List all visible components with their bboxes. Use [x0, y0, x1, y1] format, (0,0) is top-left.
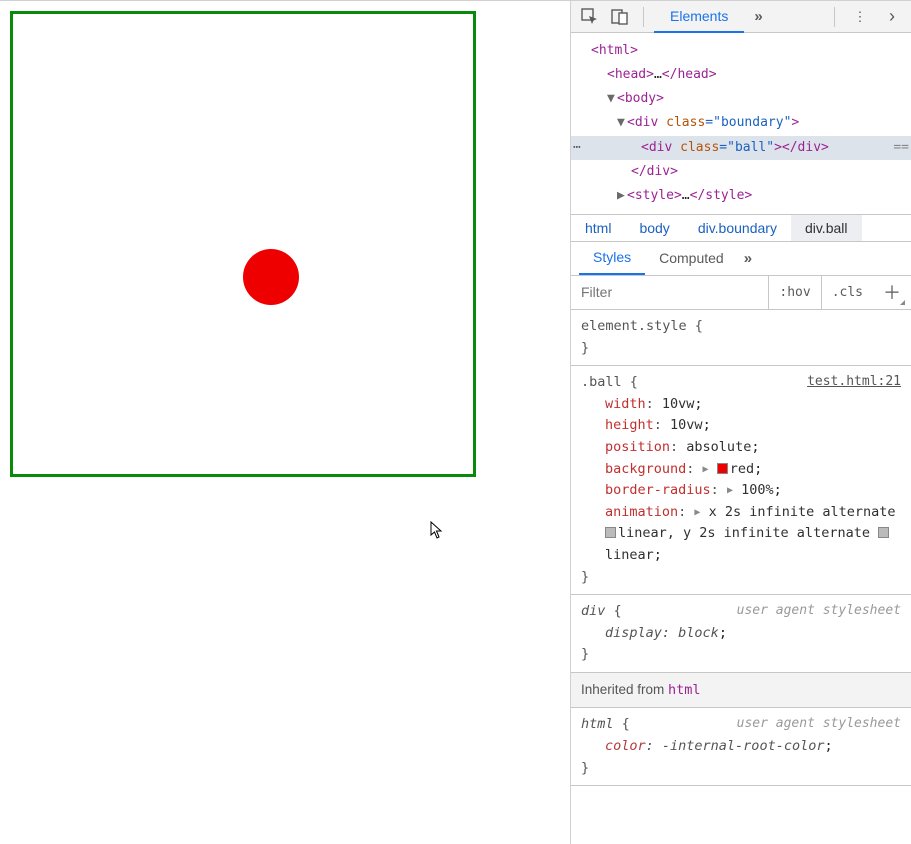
- toolbar-separator: [643, 7, 644, 27]
- expand-shorthand-icon[interactable]: ▶: [727, 483, 733, 499]
- decl-animation[interactable]: animation: ▶ x 2s infinite alternate lin…: [581, 502, 901, 567]
- decl-display[interactable]: display: block;: [581, 623, 901, 645]
- styles-pane[interactable]: element.style { } test.html:21 .ball { w…: [571, 310, 911, 844]
- chevron-right-icon[interactable]: ›: [879, 4, 905, 30]
- inherited-from-header: Inherited from html: [571, 673, 911, 709]
- selector-html: html: [581, 716, 614, 732]
- selector-element-style: element.style: [581, 318, 687, 334]
- decl-height[interactable]: height: 10vw;: [581, 415, 901, 437]
- red-ball: [243, 249, 299, 305]
- devtools-toolbar: Elements » ⋮ ›: [571, 1, 911, 33]
- crumb-div-boundary[interactable]: div.boundary: [684, 215, 791, 241]
- dom-node-body[interactable]: ▼<body>: [571, 87, 911, 111]
- device-toolbar-icon[interactable]: [607, 4, 633, 30]
- styles-filter-input[interactable]: [571, 276, 769, 309]
- crumb-div-ball[interactable]: div.ball: [791, 215, 862, 241]
- color-swatch-icon[interactable]: [717, 463, 728, 474]
- crumb-html[interactable]: html: [571, 215, 625, 241]
- dom-node-div-close[interactable]: </div>: [571, 160, 911, 184]
- more-subtabs-icon[interactable]: »: [738, 250, 758, 267]
- new-style-rule-button[interactable]: ＋: [873, 276, 911, 309]
- dom-node-div-ball[interactable]: <div class="ball"></div>: [571, 136, 911, 160]
- tab-elements[interactable]: Elements: [654, 1, 744, 33]
- decl-color[interactable]: color: -internal-root-color;: [581, 736, 901, 758]
- dom-node-head[interactable]: <head>…</head>: [571, 63, 911, 87]
- decl-width[interactable]: width: 10vw;: [581, 394, 901, 416]
- source-link[interactable]: test.html:21: [807, 372, 901, 393]
- ua-stylesheet-label: user agent stylesheet: [737, 714, 901, 735]
- ua-stylesheet-label: user agent stylesheet: [737, 601, 901, 622]
- rule-ball[interactable]: test.html:21 .ball { width: 10vw; height…: [571, 366, 911, 595]
- expand-shorthand-icon[interactable]: ▶: [703, 462, 709, 478]
- dom-node-html[interactable]: <html>: [571, 39, 911, 63]
- chevron-down-icon[interactable]: ▼: [607, 89, 617, 109]
- styles-subtabs: Styles Computed »: [571, 242, 911, 276]
- crumb-body[interactable]: body: [625, 215, 683, 241]
- selector-ball[interactable]: .ball: [581, 374, 622, 390]
- styles-filter-row: :hov .cls ＋: [571, 276, 911, 310]
- devtools-panel: Elements » ⋮ › <html> <head>…</head> ▼<b…: [571, 0, 911, 844]
- decl-border-radius[interactable]: border-radius: ▶ 100%;: [581, 480, 901, 502]
- inspect-element-icon[interactable]: [577, 4, 603, 30]
- inherited-source[interactable]: html: [668, 682, 701, 698]
- kebab-menu-icon[interactable]: ⋮: [847, 4, 873, 30]
- more-tabs-icon[interactable]: »: [748, 8, 768, 25]
- breadcrumb: html body div.boundary div.ball: [571, 214, 911, 242]
- rule-element-style[interactable]: element.style { }: [571, 310, 911, 366]
- chevron-down-icon[interactable]: ▼: [617, 113, 627, 133]
- boundary-box: [10, 11, 476, 477]
- dom-node-style[interactable]: ▶<style>…</style>: [571, 184, 911, 208]
- hov-toggle[interactable]: :hov: [769, 276, 821, 309]
- expand-shorthand-icon[interactable]: ▶: [694, 505, 700, 521]
- bezier-swatch-icon[interactable]: [605, 527, 616, 538]
- inherited-label: Inherited from: [581, 682, 668, 697]
- rule-html-ua[interactable]: user agent stylesheet html { color: -int…: [571, 708, 911, 786]
- rule-div-ua[interactable]: user agent stylesheet div { display: blo…: [571, 595, 911, 673]
- cls-toggle[interactable]: .cls: [822, 276, 873, 309]
- selector-div: div: [581, 603, 605, 619]
- dom-tree[interactable]: <html> <head>…</head> ▼<body> ▼<div clas…: [571, 33, 911, 214]
- decl-position[interactable]: position: absolute;: [581, 437, 901, 459]
- mouse-cursor-icon: [430, 521, 444, 539]
- bezier-swatch-icon[interactable]: [878, 527, 889, 538]
- chevron-right-icon[interactable]: ▶: [617, 186, 627, 206]
- subtab-computed[interactable]: Computed: [645, 241, 738, 275]
- toolbar-separator: [834, 7, 835, 27]
- subtab-styles[interactable]: Styles: [579, 241, 645, 275]
- decl-background[interactable]: background: ▶ red;: [581, 459, 901, 481]
- rendered-page-pane: [0, 0, 571, 844]
- dom-node-div-boundary[interactable]: ▼<div class="boundary">: [571, 111, 911, 135]
